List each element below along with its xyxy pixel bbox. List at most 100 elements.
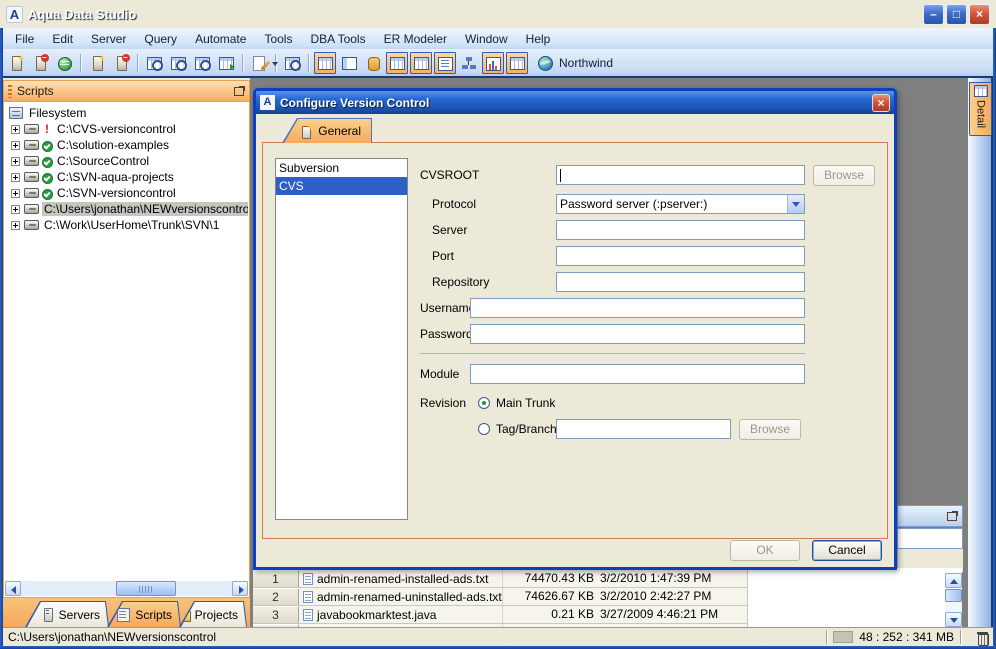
close-button[interactable]: × xyxy=(969,3,990,25)
table-data-button[interactable] xyxy=(506,51,528,74)
results-panel-header xyxy=(897,505,963,527)
menu-er-modeler[interactable]: ER Modeler xyxy=(375,30,456,48)
menu-window[interactable]: Window xyxy=(456,30,517,48)
unregister-server-button[interactable] xyxy=(29,52,51,74)
horizontal-scrollbar[interactable] xyxy=(5,581,248,596)
edit-script-button[interactable] xyxy=(248,52,278,74)
tree-item[interactable]: C:\Work\UserHome\Trunk\SVN\1 xyxy=(5,217,248,233)
tree-item[interactable]: C:\Users\jonathan\NEWversionscontrol xyxy=(5,201,248,217)
table-data-icon xyxy=(509,55,526,71)
schema-browser-icon xyxy=(284,55,301,71)
module-input[interactable] xyxy=(470,364,805,384)
grid-results-button[interactable] xyxy=(314,51,336,74)
tree-root-filesystem[interactable]: Filesystem xyxy=(5,105,248,121)
register-server-button[interactable] xyxy=(5,52,27,74)
menu-automate[interactable]: Automate xyxy=(186,30,255,48)
results-filter-input[interactable] xyxy=(897,528,963,549)
chart-view-button[interactable] xyxy=(482,51,504,74)
scrollbar-thumb[interactable] xyxy=(945,589,962,602)
tree-item[interactable]: C:\SVN-versioncontrol xyxy=(5,185,248,201)
vcs-item-subversion[interactable]: Subversion xyxy=(276,159,407,177)
expand-plus-icon[interactable] xyxy=(11,204,20,214)
table-row[interactable]: 3 javabookmarktest.java 0.21 KB 3/27/2009 4… xyxy=(253,606,748,624)
query-analyzer-button[interactable] xyxy=(143,52,165,74)
menu-tools[interactable]: Tools xyxy=(255,30,301,48)
text-results-button[interactable] xyxy=(434,51,456,74)
server-input[interactable] xyxy=(556,220,805,240)
connect-server-button[interactable] xyxy=(86,52,108,74)
port-input[interactable] xyxy=(556,246,805,266)
menu-file[interactable]: File xyxy=(6,30,43,48)
scroll-down-button[interactable] xyxy=(945,612,962,627)
float-panel-icon[interactable] xyxy=(947,511,958,521)
schema-browser-button[interactable] xyxy=(281,52,303,74)
tab-servers[interactable]: Servers xyxy=(25,601,109,627)
table-row[interactable]: 1 admin-renamed-installed-ads.txt 74470.43… xyxy=(253,570,748,588)
dialog-body: General Subversion CVS CVSROOT Browse Pro… xyxy=(256,114,894,567)
expand-plus-icon[interactable] xyxy=(11,172,20,182)
import-export-button[interactable] xyxy=(215,52,237,74)
edit-grid-button[interactable] xyxy=(410,51,432,74)
tree-item[interactable]: C:\SourceControl xyxy=(5,153,248,169)
menu-edit[interactable]: Edit xyxy=(43,30,82,48)
query-analyzer-new-button[interactable] xyxy=(167,52,189,74)
server-properties-button[interactable] xyxy=(53,52,75,74)
file-date-cell: 3/27/2009 4:46:21 PM xyxy=(597,606,748,623)
username-input[interactable] xyxy=(470,298,805,318)
disconnect-server-button[interactable] xyxy=(110,52,132,74)
scripts-panel-header[interactable]: Scripts xyxy=(4,81,249,102)
pivot-grid-button[interactable] xyxy=(386,51,408,74)
tree-item[interactable]: C:\solution-examples xyxy=(5,137,248,153)
collapsed-right-panel xyxy=(968,78,991,627)
tab-projects[interactable]: Projects xyxy=(179,601,247,627)
main-trunk-radio[interactable] xyxy=(478,397,490,409)
float-panel-icon[interactable] xyxy=(234,86,245,96)
minimize-button[interactable]: – xyxy=(923,3,944,25)
tag-branch-radio[interactable] xyxy=(478,423,490,435)
panel-title: Scripts xyxy=(17,84,54,98)
expand-plus-icon[interactable] xyxy=(11,188,20,198)
hierarchy-view-button[interactable] xyxy=(458,52,480,74)
app-logo-icon: A xyxy=(6,5,23,23)
expand-plus-icon[interactable] xyxy=(11,140,20,150)
table-row[interactable]: 2 admin-renamed-uninstalled-ads.txt 74626.… xyxy=(253,588,748,606)
scroll-right-button[interactable] xyxy=(232,581,248,596)
dialog-close-button[interactable]: × xyxy=(872,93,890,112)
menu-server[interactable]: Server xyxy=(82,30,135,48)
query-analyzer-current-button[interactable] xyxy=(191,52,213,74)
scrollbar-thumb[interactable] xyxy=(116,581,176,596)
menu-query[interactable]: Query xyxy=(135,30,186,48)
protocol-dropdown[interactable]: Password server (:pserver:) xyxy=(556,194,805,214)
tree-item[interactable]: C:\SVN-aqua-projects xyxy=(5,169,248,185)
expand-plus-icon[interactable] xyxy=(11,156,20,166)
scroll-left-button[interactable] xyxy=(5,581,21,596)
expand-plus-icon[interactable] xyxy=(11,124,20,134)
detail-tab[interactable]: Detail xyxy=(969,82,992,136)
repository-input[interactable] xyxy=(556,272,805,292)
menu-help[interactable]: Help xyxy=(517,30,560,48)
ok-badge-icon xyxy=(42,187,53,200)
cvsroot-input[interactable] xyxy=(556,165,805,185)
menu-dba-tools[interactable]: DBA Tools xyxy=(301,30,374,48)
tree-item[interactable]: C:\CVS-versioncontrol xyxy=(5,121,248,137)
ok-button[interactable]: OK xyxy=(730,540,800,561)
password-input[interactable] xyxy=(470,324,805,344)
db-objects-button[interactable] xyxy=(362,52,384,74)
maximize-button[interactable]: □ xyxy=(946,3,967,25)
cvsroot-browse-button[interactable]: Browse xyxy=(813,165,875,186)
tag-branch-browse-button[interactable]: Browse xyxy=(739,419,801,440)
tree-item-label: C:\Users\jonathan\NEWversionscontrol xyxy=(42,202,248,216)
expand-plus-icon[interactable] xyxy=(11,220,20,230)
vcs-item-cvs[interactable]: CVS xyxy=(276,177,407,195)
tab-scripts[interactable]: Scripts xyxy=(107,601,181,627)
trash-icon[interactable] xyxy=(977,631,989,646)
scroll-up-button[interactable] xyxy=(945,573,962,588)
form-view-button[interactable] xyxy=(338,52,360,74)
toolbar-buttons xyxy=(4,51,529,74)
chevron-down-icon[interactable] xyxy=(787,195,804,213)
tab-general[interactable]: General xyxy=(282,118,372,143)
cancel-button[interactable]: Cancel xyxy=(812,540,882,561)
vertical-scrollbar[interactable] xyxy=(945,573,962,627)
dropdown-arrow-icon[interactable] xyxy=(272,61,278,66)
tag-branch-input[interactable] xyxy=(556,419,731,439)
